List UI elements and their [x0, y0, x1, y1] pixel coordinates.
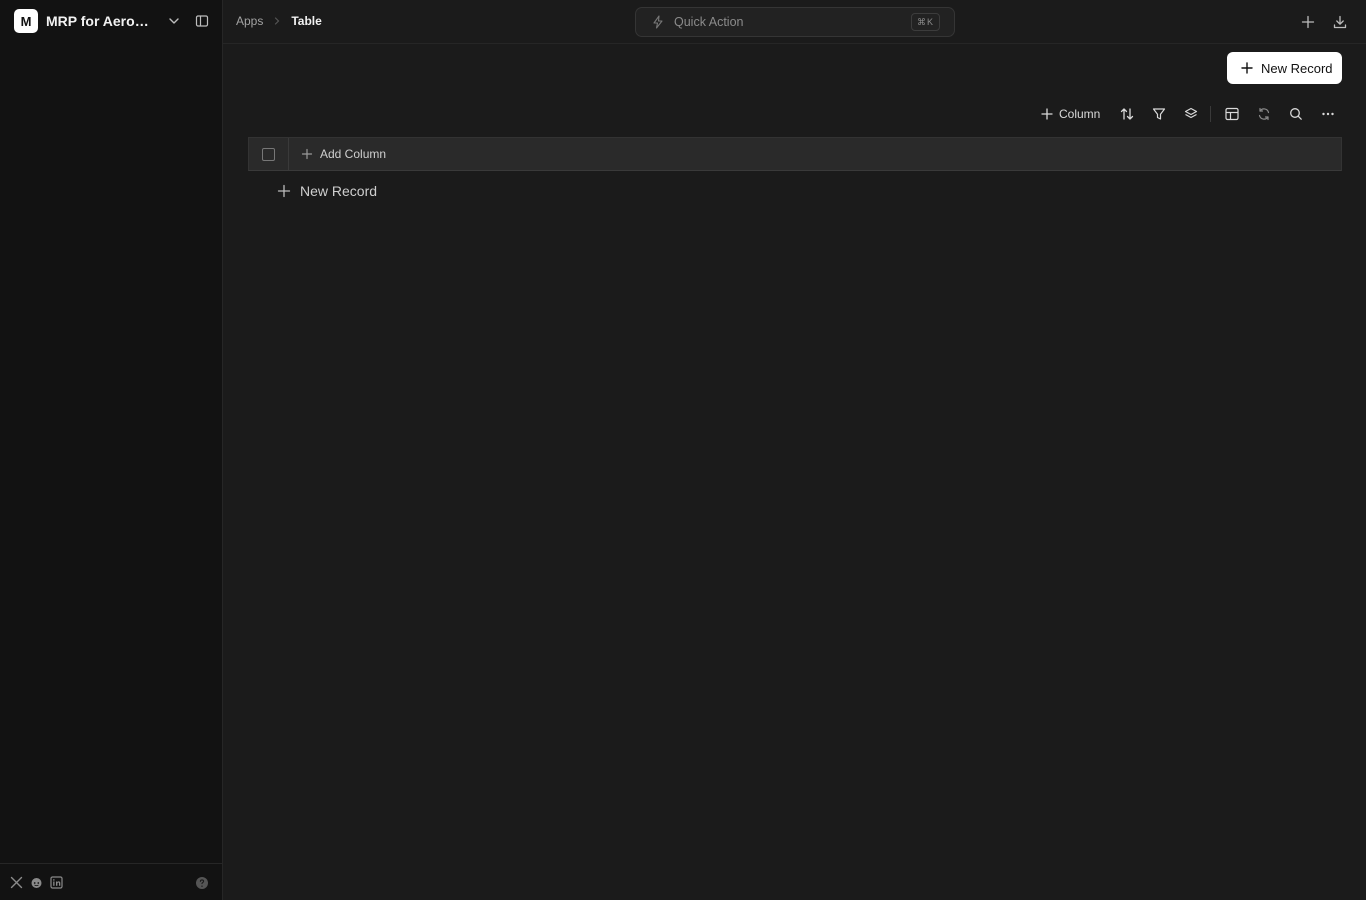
new-record-row[interactable]: New Record [277, 181, 377, 201]
workspace-avatar: M [14, 9, 38, 33]
new-record-button-label: New Record [1261, 60, 1333, 76]
layers-icon[interactable] [1183, 106, 1199, 122]
reddit-icon[interactable] [30, 876, 43, 889]
x-icon[interactable] [10, 876, 23, 889]
help-icon[interactable] [195, 876, 209, 890]
plus-icon [1040, 107, 1054, 121]
plus-icon [277, 184, 291, 198]
breadcrumb: Apps Table [236, 14, 322, 28]
workspace-name: MRP for Aerosp... [46, 13, 156, 29]
chevron-down-icon[interactable] [166, 13, 182, 29]
new-record-button[interactable]: New Record [1227, 52, 1342, 84]
topbar: Apps Table Quick Action ⌘K [223, 0, 1366, 44]
sidebar: M MRP for Aerosp... [0, 0, 223, 900]
breadcrumb-apps[interactable]: Apps [236, 14, 263, 28]
sidebar-footer [0, 863, 222, 900]
chevron-right-icon [272, 16, 282, 26]
new-record-row-label: New Record [300, 183, 378, 199]
column-button-label: Column [1059, 107, 1101, 121]
download-icon[interactable] [1332, 14, 1348, 30]
sidebar-toggle-icon[interactable] [194, 13, 210, 29]
quick-action-search[interactable]: Quick Action ⌘K [635, 7, 955, 37]
plus-icon [301, 148, 313, 160]
refresh-icon[interactable] [1256, 106, 1272, 122]
table-header: Add Column [248, 137, 1342, 171]
add-column-label: Add Column [320, 147, 387, 161]
table-layout-icon[interactable] [1224, 106, 1240, 122]
plus-icon [1240, 61, 1254, 75]
more-icon[interactable] [1320, 106, 1336, 122]
breadcrumb-current: Table [291, 14, 322, 28]
quick-action-shortcut: ⌘K [910, 13, 940, 31]
add-column-button[interactable]: Column [1040, 104, 1100, 124]
lightning-icon [652, 15, 664, 29]
sort-icon[interactable] [1119, 106, 1135, 122]
linkedin-icon[interactable] [50, 876, 63, 889]
search-icon[interactable] [1288, 106, 1304, 122]
quick-action-label: Quick Action [674, 15, 744, 29]
add-column-header[interactable]: Add Column [301, 138, 386, 170]
workspace-switcher[interactable]: M MRP for Aerosp... [14, 9, 182, 33]
select-all-checkbox[interactable] [262, 147, 275, 161]
filter-icon[interactable] [1151, 106, 1167, 122]
toolbar-divider [1210, 106, 1211, 122]
plus-icon[interactable] [1300, 14, 1316, 30]
select-all-cell [249, 138, 289, 170]
